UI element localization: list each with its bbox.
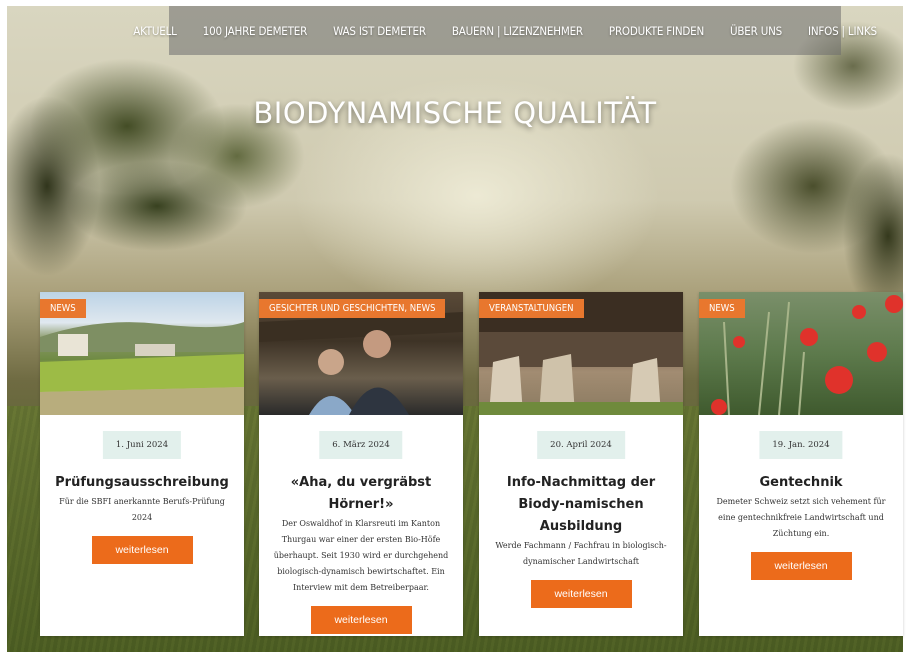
post-title[interactable]: Gentechnik: [699, 472, 903, 494]
news-card: NEWS 19. Jan. 2024 Gentechnik Demeter Sc…: [699, 292, 903, 636]
news-card: NEWS 1. Juni 2024 Prüfungsausschreibung …: [40, 292, 244, 636]
post-excerpt: Für die SBFI anerkannte Berufs-Prüfung 2…: [59, 497, 225, 522]
nav-item-bauern-lizenznehmer[interactable]: BAUERN | LIZENZNEHMER: [452, 24, 583, 38]
nav-item-infos-links[interactable]: INFOS | LINKS: [808, 24, 877, 38]
category-tag[interactable]: NEWS: [40, 299, 86, 318]
post-title[interactable]: Info-Nachmittag der Biody-namischen Ausb…: [479, 472, 683, 538]
post-date: 20. April 2024: [537, 431, 625, 459]
nav-item-aktuell[interactable]: AKTUELL: [133, 24, 177, 38]
trees-left: [7, 6, 337, 336]
post-title[interactable]: «Aha, du vergräbst Hörner!»: [259, 472, 463, 516]
hero-title: BIODYNAMISCHE QUALITÄT: [253, 96, 657, 130]
post-excerpt: Der Oswaldhof in Klarsreuti im Kanton Th…: [273, 519, 449, 592]
news-card: VERANSTALTUNGEN 20. April 2024 Info-Nach…: [479, 292, 683, 636]
read-more-button[interactable]: weiterlesen: [310, 606, 412, 634]
read-more-button[interactable]: weiterlesen: [91, 536, 193, 564]
category-tag[interactable]: NEWS: [699, 299, 745, 318]
read-more-button[interactable]: weiterlesen: [750, 552, 852, 580]
category-tag[interactable]: VERANSTALTUNGEN: [479, 299, 584, 318]
post-date: 6. März 2024: [319, 431, 403, 459]
post-date: 19. Jan. 2024: [759, 431, 843, 459]
post-date: 1. Juni 2024: [102, 431, 182, 459]
category-tag[interactable]: GESICHTER UND GESCHICHTEN, NEWS: [259, 299, 446, 318]
post-excerpt: Werde Fachmann / Fachfrau in biologisch-…: [495, 541, 667, 566]
main-navigation: AKTUELL 100 JAHRE DEMETER WAS IST DEMETE…: [133, 6, 877, 55]
news-card: GESICHTER UND GESCHICHTEN, NEWS 6. März …: [259, 292, 463, 636]
read-more-button[interactable]: weiterlesen: [530, 580, 632, 608]
nav-item-ueber-uns[interactable]: ÜBER UNS: [730, 24, 782, 38]
nav-item-produkte-finden[interactable]: PRODUKTE FINDEN: [609, 24, 704, 38]
post-excerpt: Demeter Schweiz setzt sich vehement für …: [716, 497, 886, 538]
nav-item-100-jahre-demeter[interactable]: 100 JAHRE DEMETER: [203, 24, 308, 38]
nav-item-was-ist-demeter[interactable]: WAS IST DEMETER: [333, 24, 426, 38]
post-title[interactable]: Prüfungsausschreibung: [40, 472, 244, 494]
